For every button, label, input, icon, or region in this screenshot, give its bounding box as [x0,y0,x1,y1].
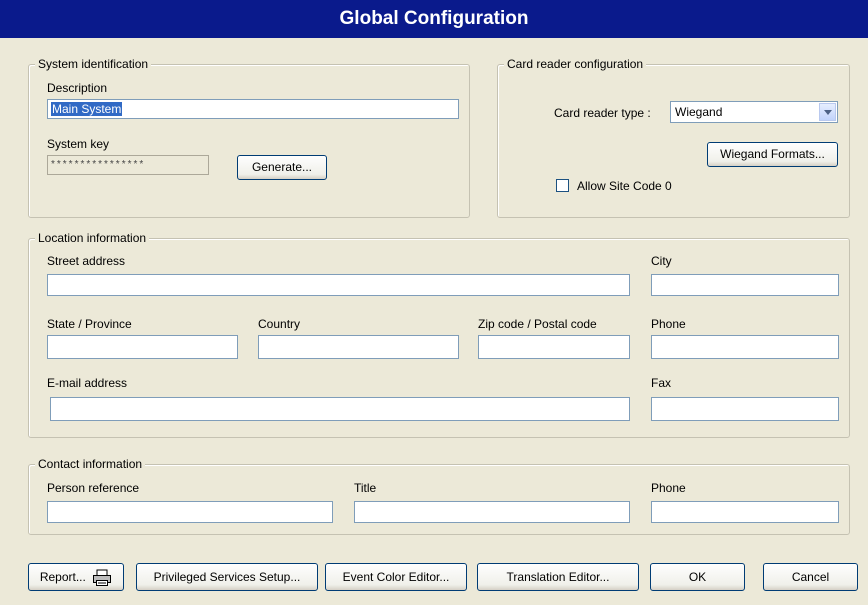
location-group: Location information Street address City… [28,231,850,438]
ok-button[interactable]: OK [650,563,745,591]
printer-icon [93,569,112,586]
system-key-label: System key [47,137,110,151]
zip-code-input[interactable] [478,335,630,359]
state-province-input[interactable] [47,335,238,359]
city-label: City [651,254,672,268]
generate-button[interactable]: Generate... [237,155,327,180]
city-input[interactable] [651,274,839,296]
allow-site-code-label: Allow Site Code 0 [577,179,672,193]
street-address-input[interactable] [47,274,630,296]
event-color-editor-button[interactable]: Event Color Editor... [325,563,467,591]
person-reference-input[interactable] [47,501,333,523]
contact-legend: Contact information [35,457,146,471]
description-value: Main System [51,102,123,116]
report-button[interactable]: Report... [28,563,124,591]
description-input[interactable]: Main System [47,99,459,119]
phone-label: Phone [651,317,686,331]
fax-input[interactable] [651,397,839,421]
title-input[interactable] [354,501,630,523]
email-address-label: E-mail address [47,376,128,390]
system-key-field: **************** [47,155,209,175]
card-reader-group: Card reader configuration Card reader ty… [497,57,850,218]
phone-input[interactable] [651,335,839,359]
window-title: Global Configuration [0,0,868,38]
card-reader-type-label: Card reader type : [554,106,651,120]
wiegand-formats-button[interactable]: Wiegand Formats... [707,142,838,167]
contact-group: Contact information Person reference Tit… [28,457,850,535]
privileged-services-setup-button[interactable]: Privileged Services Setup... [136,563,318,591]
contact-phone-label: Phone [651,481,686,495]
person-reference-label: Person reference [47,481,140,495]
card-reader-type-select[interactable]: Wiegand [670,101,838,123]
chevron-down-icon[interactable] [819,103,836,121]
email-address-input[interactable] [50,397,630,421]
card-reader-type-value: Wiegand [675,105,723,119]
contact-phone-input[interactable] [651,501,839,523]
system-identification-group: System identification Description Main S… [28,57,470,218]
location-legend: Location information [35,231,150,245]
description-label: Description [47,81,108,95]
report-button-label: Report... [39,570,86,584]
fax-label: Fax [651,376,672,390]
country-label: Country [258,317,301,331]
cancel-button[interactable]: Cancel [763,563,858,591]
zip-code-label: Zip code / Postal code [478,317,597,331]
street-address-label: Street address [47,254,126,268]
translation-editor-button[interactable]: Translation Editor... [477,563,639,591]
title-label: Title [354,481,377,495]
card-reader-legend: Card reader configuration [504,57,647,71]
state-province-label: State / Province [47,317,132,331]
allow-site-code-checkbox[interactable] [556,179,569,192]
country-input[interactable] [258,335,459,359]
system-identification-legend: System identification [35,57,152,71]
